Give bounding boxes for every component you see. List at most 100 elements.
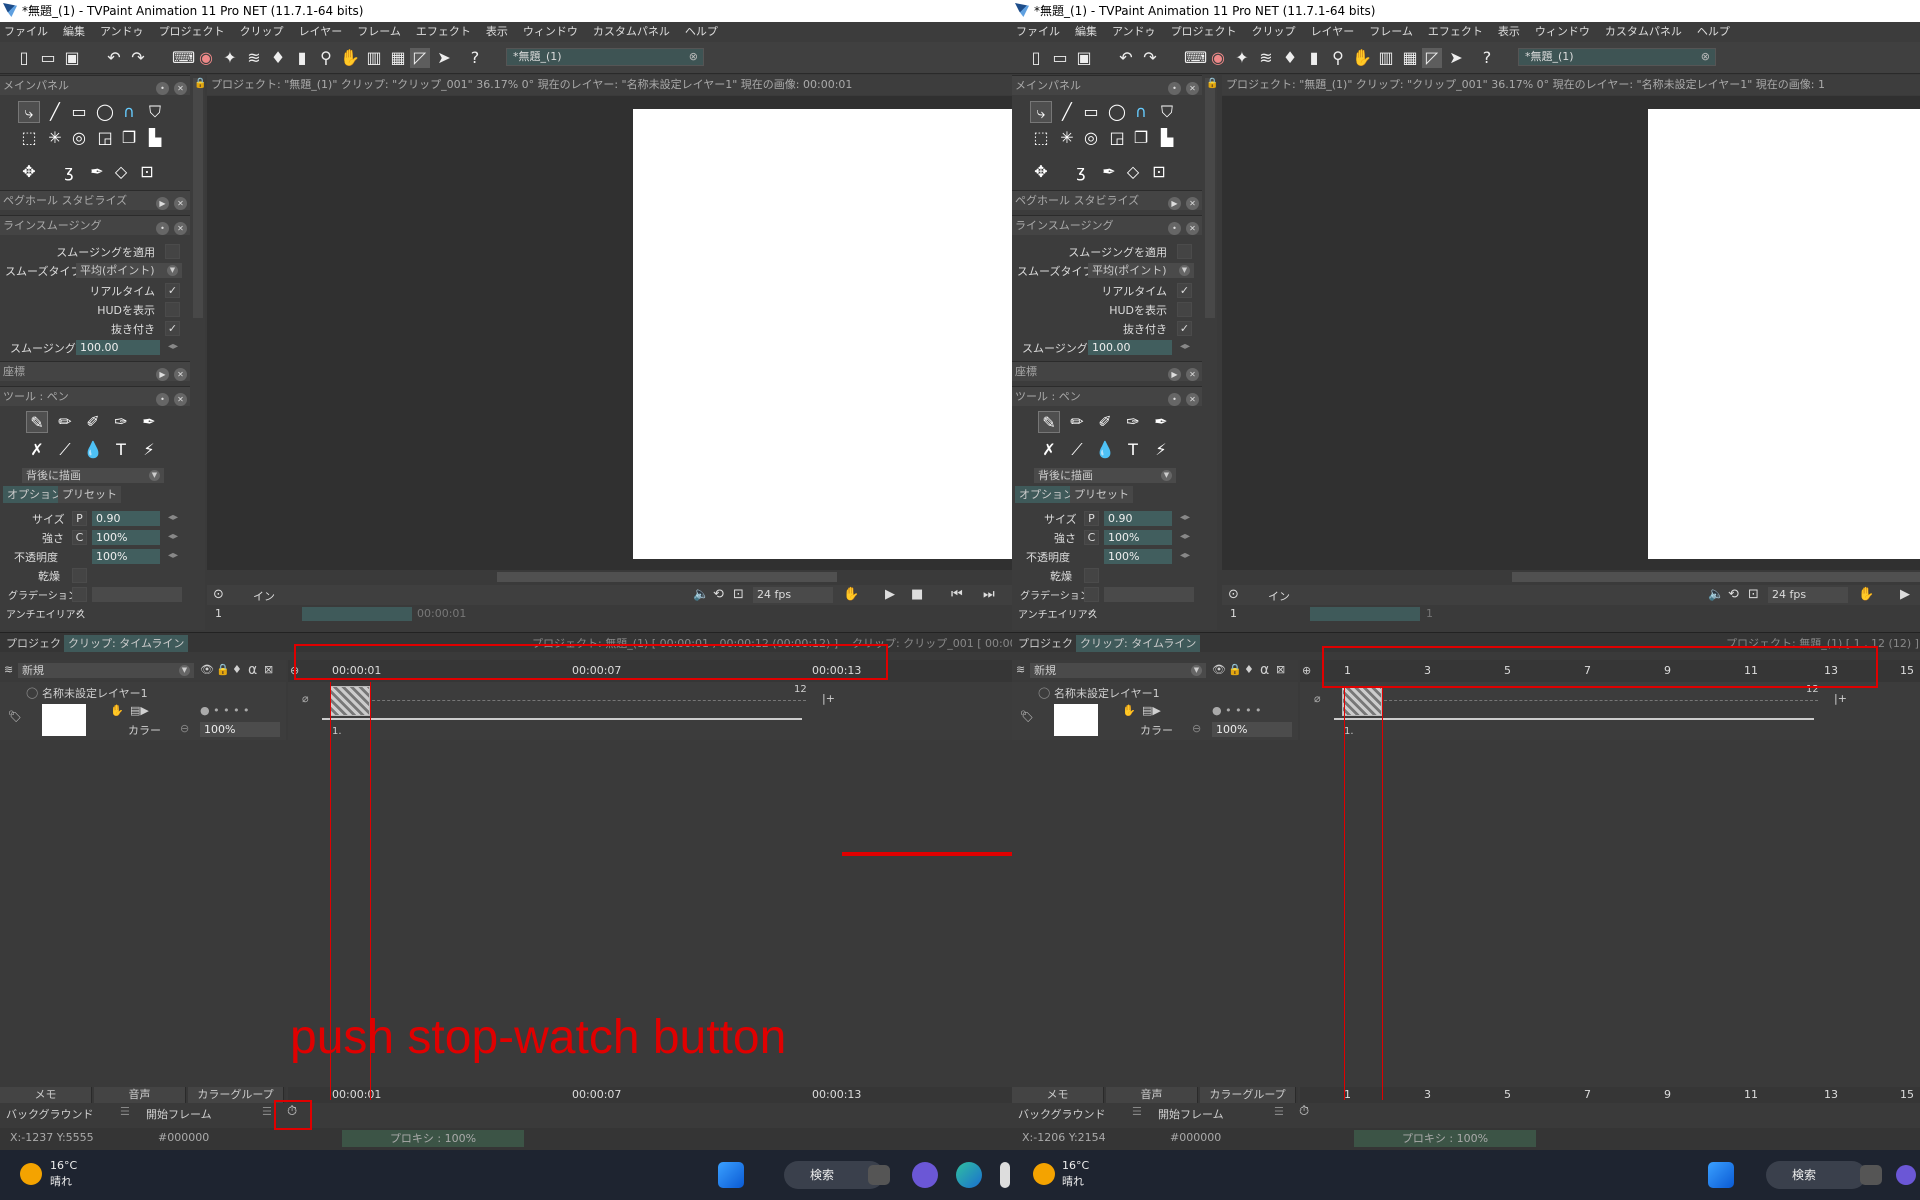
windows-start-icon[interactable]	[1708, 1162, 1734, 1188]
speaker-icon[interactable]: 🔈	[693, 587, 709, 602]
dry-checkbox[interactable]	[72, 568, 87, 583]
layers-icon[interactable]: ≋	[1016, 663, 1025, 676]
water-drop-icon[interactable]: 💧	[82, 439, 104, 461]
dots-icon[interactable]: ● • • • •	[200, 704, 250, 717]
menu-clip[interactable]: クリップ	[240, 25, 284, 38]
menu-icon[interactable]: ☰	[120, 1105, 130, 1118]
layer-new-select[interactable]: 新規 ▼	[18, 663, 194, 678]
menu-project[interactable]: プロジェクト	[1171, 25, 1237, 38]
zoom-icon[interactable]: ⚲	[316, 48, 336, 68]
lasso-tool-icon[interactable]: ∩	[118, 101, 140, 123]
grid-icon[interactable]: ⊠	[264, 663, 273, 676]
smoothing-amount-field[interactable]: 100.00	[76, 340, 160, 355]
smooth-type-select[interactable]: 平均(ポイント) ▼	[76, 263, 182, 278]
frame-slider[interactable]: 1 00:00:01	[207, 606, 1012, 622]
zoom-icon[interactable]: ⚲	[1328, 48, 1348, 68]
tab-color-group[interactable]: カラーグループ	[188, 1087, 284, 1103]
copy-icon[interactable]: ❐	[118, 127, 140, 149]
power-c-toggle[interactable]: C	[72, 530, 87, 545]
radio-icon[interactable]: ◯	[26, 686, 38, 699]
bottom-ruler[interactable]: 1 3 5 7 9 11 13 15	[1300, 1087, 1920, 1103]
layer-thumbnail[interactable]	[1054, 704, 1098, 736]
timeline-track[interactable]: ⌀ 12 |+ 1.	[1300, 682, 1920, 740]
special-brush-icon[interactable]: ⚡	[138, 439, 160, 461]
brush-icon[interactable]: ✦	[1232, 48, 1252, 68]
menu-file[interactable]: ファイル	[4, 25, 48, 38]
fps-select[interactable]: 24 fps	[753, 587, 833, 603]
pressure-p-toggle[interactable]: P	[72, 511, 87, 526]
cel-thumbnail[interactable]	[1342, 686, 1382, 716]
drawing-canvas[interactable]	[1648, 109, 1920, 559]
smoothing-amount-field[interactable]: 100.00	[1088, 340, 1172, 355]
grid-select-icon[interactable]: ⊡	[1148, 161, 1170, 183]
eraser-icon[interactable]: ✗	[1038, 439, 1060, 461]
layer-opacity-field[interactable]: 100%	[200, 722, 280, 737]
hand-icon[interactable]: ✋	[843, 587, 859, 602]
line-tool-icon[interactable]: ╱	[44, 101, 66, 123]
panel-header-main[interactable]: メインパネル • ✕	[1012, 75, 1202, 95]
pressure-p-toggle[interactable]: P	[1084, 511, 1099, 526]
play-icon[interactable]: ▶	[156, 197, 169, 210]
tab-clip-timeline[interactable]: クリップ: タイムライン	[64, 635, 189, 652]
menu-frame[interactable]: フレーム	[1369, 25, 1413, 38]
layer-new-select[interactable]: 新規 ▼	[1030, 663, 1206, 678]
tab-presets[interactable]: プリセット	[58, 486, 121, 503]
light-icon[interactable]: ♦	[232, 663, 242, 676]
hand-icon[interactable]: ✋	[1858, 587, 1874, 602]
taper-checkbox[interactable]: ✓	[165, 321, 180, 336]
dry-checkbox[interactable]	[1084, 568, 1099, 583]
open-folder-icon[interactable]: ▭	[1050, 48, 1070, 68]
tab-clip-timeline[interactable]: クリップ: タイムライン	[1076, 635, 1201, 652]
project-field[interactable]: *無題_(1) ⊗	[506, 48, 704, 66]
settings-dot-icon[interactable]: ⊙	[213, 587, 224, 602]
close-icon[interactable]: ⊗	[689, 49, 698, 65]
cel-thumbnail[interactable]	[330, 686, 370, 716]
next-icon[interactable]: ⏭	[983, 587, 995, 602]
dots-icon[interactable]: ● • • • •	[1212, 704, 1262, 717]
layers-icon[interactable]: ≋	[4, 663, 13, 676]
crop-icon[interactable]: ◲	[1106, 127, 1128, 149]
taskbar-search[interactable]: 検索	[1766, 1161, 1866, 1189]
frame-slider[interactable]: 1 1	[1222, 606, 1920, 622]
close-icon[interactable]: ✕	[1186, 197, 1199, 210]
gradation-select[interactable]	[1104, 587, 1194, 602]
tab-presets[interactable]: プリセット	[1070, 486, 1133, 503]
menu-edit[interactable]: 編集	[1075, 25, 1097, 38]
close-icon[interactable]: ✕	[174, 393, 187, 406]
loop-icon[interactable]: ⟲	[1728, 587, 1739, 602]
alpha-icon[interactable]: α	[1260, 662, 1269, 678]
library-icon[interactable]: ▥	[1376, 48, 1396, 68]
gradation-checkbox[interactable]	[1084, 587, 1099, 602]
color-wheel-icon[interactable]: ◉	[196, 48, 216, 68]
layer-name[interactable]: 名称未設定レイヤー1	[42, 685, 148, 701]
viewer-hscrollbar[interactable]	[207, 570, 1012, 584]
play-icon[interactable]: ▶	[885, 587, 895, 602]
menu-effect[interactable]: エフェクト	[1428, 25, 1483, 38]
eye-icon[interactable]: 👁	[1212, 663, 1226, 676]
panel-header-tool[interactable]: ツール : ペン • ✕	[1012, 386, 1202, 406]
frame-range[interactable]	[302, 607, 412, 621]
tag-icon[interactable]: 🏷	[1020, 710, 1034, 723]
brush-icon[interactable]: ✦	[220, 48, 240, 68]
line-tool-icon[interactable]: ╱	[1056, 101, 1078, 123]
ellipse-tool-icon[interactable]: ◯	[94, 101, 116, 123]
pen-tool-icon[interactable]: ⤷	[1030, 101, 1052, 123]
left-panel-scrollbar[interactable]	[1205, 78, 1215, 318]
color-wheel-icon[interactable]: ◉	[1208, 48, 1228, 68]
drawing-canvas[interactable]	[633, 109, 1012, 559]
dot-icon[interactable]: •	[156, 222, 169, 235]
opacity-field[interactable]: 100%	[92, 549, 160, 564]
smoothing-apply-checkbox[interactable]	[1177, 244, 1192, 259]
menu-custom-panel[interactable]: カスタムパネル	[1605, 25, 1682, 38]
light-icon[interactable]: ♦	[1244, 663, 1254, 676]
left-panel-scrollbar[interactable]	[193, 78, 203, 318]
crayon-icon[interactable]: ✐	[1094, 411, 1116, 433]
lock-icon[interactable]: 🔒	[194, 78, 206, 89]
grid-icon[interactable]: ⊠	[1276, 663, 1285, 676]
minus-icon[interactable]: ⊖	[1192, 722, 1201, 735]
ellipse-tool-icon[interactable]: ◯	[1106, 101, 1128, 123]
smudge-icon[interactable]: ⟋	[54, 439, 76, 461]
frame-range[interactable]	[1310, 607, 1420, 621]
layer-thumbnail[interactable]	[42, 704, 86, 736]
close-icon[interactable]: ✕	[1186, 82, 1199, 95]
